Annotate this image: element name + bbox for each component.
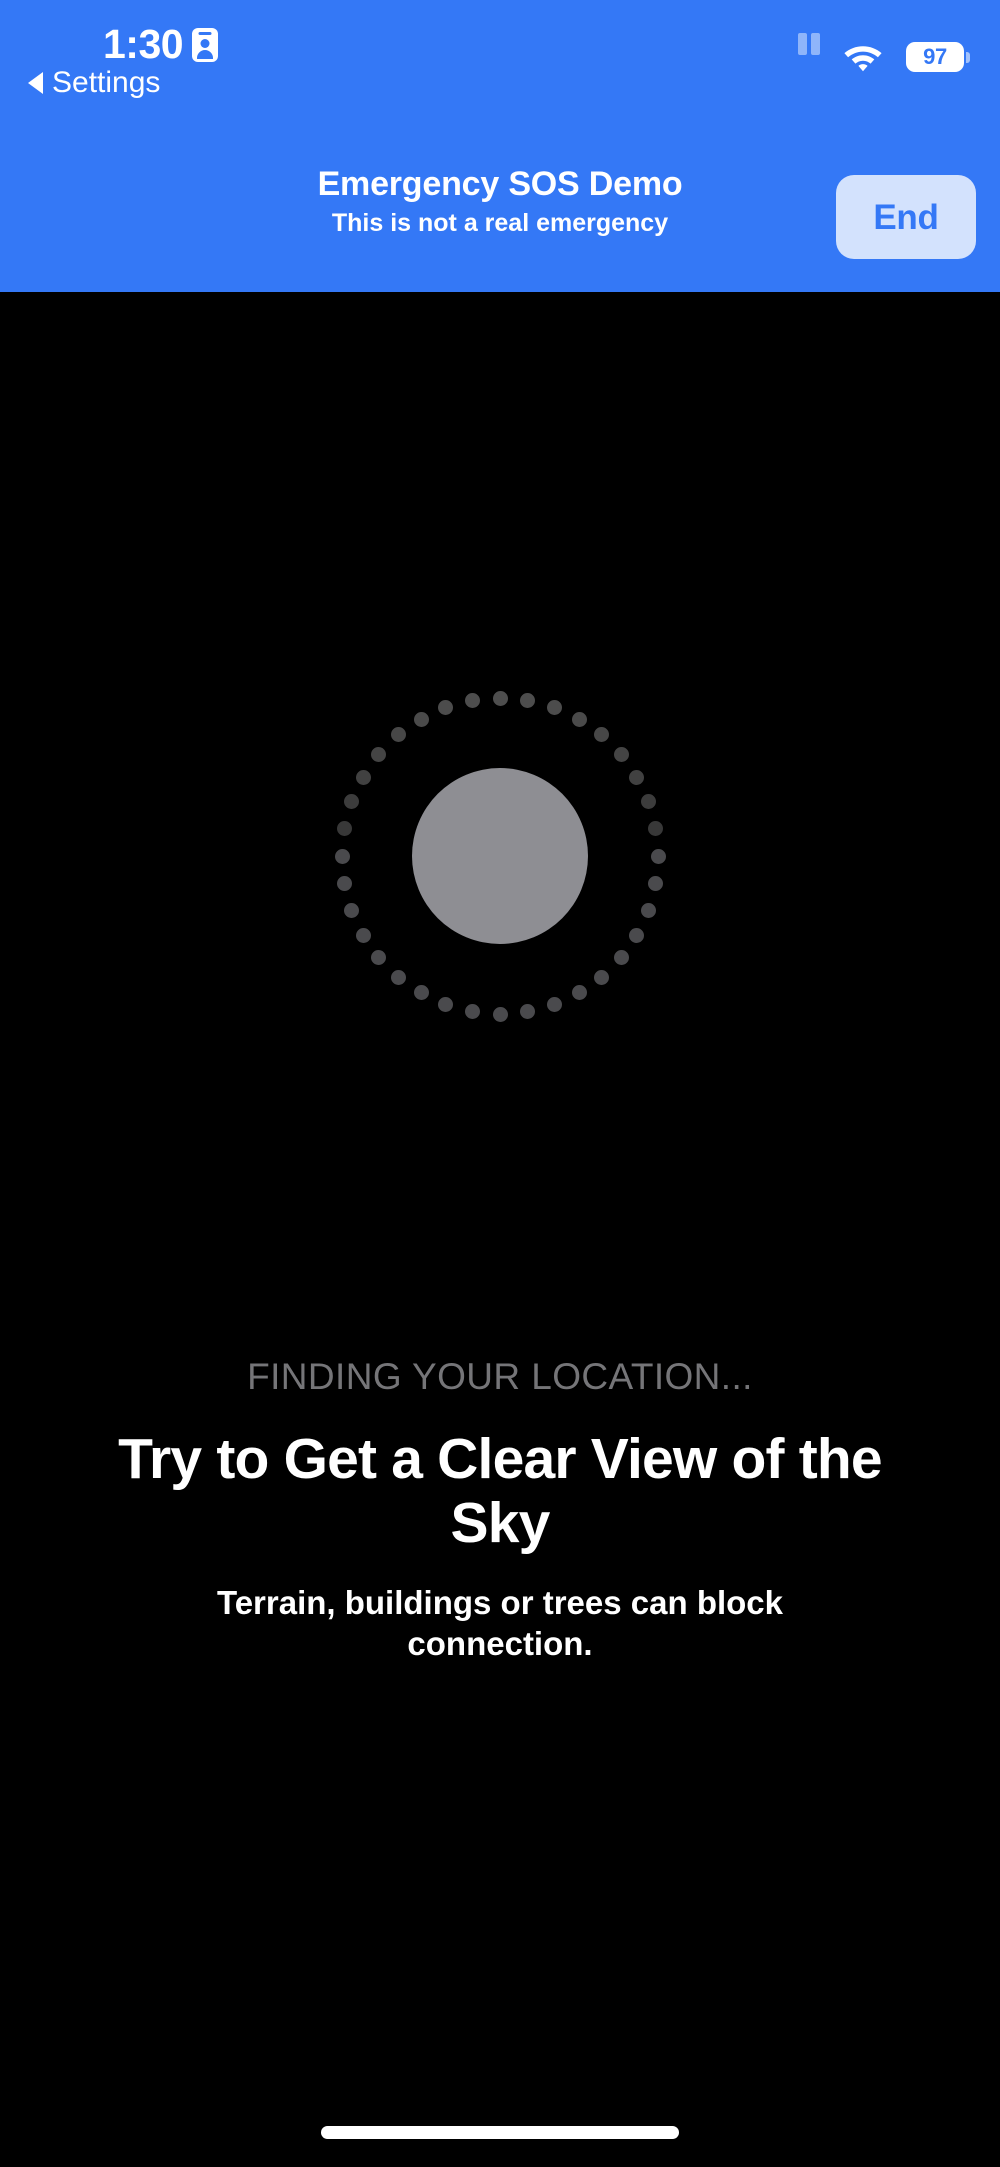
back-link-label: Settings (52, 66, 161, 99)
home-indicator[interactable] (321, 2126, 679, 2139)
battery-body: 97 (906, 42, 964, 72)
cell-bar-4-tall (811, 33, 820, 55)
satellite-ring-dot (492, 690, 508, 706)
end-button-label: End (873, 197, 939, 237)
satellite-ring-dot (465, 1004, 481, 1020)
satellite-ring-dot (336, 821, 352, 837)
satellite-ring-dot (640, 794, 656, 810)
satellite-ring-dot (613, 950, 629, 966)
caret-left-icon (28, 72, 43, 94)
satellite-ring-dot (594, 969, 610, 985)
guidance-headline: Try to Get a Clear View of the Sky (118, 1427, 882, 1556)
cellular-signal-icon (772, 33, 820, 68)
satellite-ring-dot (413, 711, 429, 727)
satellite-ring-dot (465, 692, 481, 708)
status-bar: 1:30 Settings 97 (0, 0, 1000, 112)
satellite-core-circle (412, 768, 588, 944)
satellite-ring-dot (355, 927, 371, 943)
satellite-ring-dot (571, 711, 587, 727)
status-bar-left: 1:30 Settings (28, 21, 219, 98)
satellite-ring-dot (344, 902, 360, 918)
satellite-ring-dot (571, 985, 587, 1001)
battery-percent-label: 97 (923, 44, 947, 69)
banner-title: Emergency SOS Demo (317, 165, 683, 203)
satellite-ring-dot (371, 746, 387, 762)
satellite-ring-dot (519, 692, 535, 708)
id-card-icon (192, 27, 219, 62)
satellite-ring-dot (334, 848, 350, 864)
satellite-ring-dot (390, 727, 406, 743)
cell-bar-3-tall (798, 33, 807, 55)
end-button[interactable]: End (836, 175, 976, 259)
id-card-head (200, 38, 210, 48)
time-row: 1:30 (103, 21, 219, 67)
finding-location-status: FINDING YOUR LOCATION... (247, 1356, 753, 1397)
satellite-ring-dot (648, 821, 664, 837)
satellite-ring-dot (355, 769, 371, 785)
satellite-ring-dot (640, 902, 656, 918)
emergency-sos-banner: 1:30 Settings 97 Emergency SOS Demo This… (0, 0, 1000, 292)
satellite-ring-dot (594, 727, 610, 743)
emergency-sos-demo-screen: 1:30 Settings 97 Emergency SOS Demo This… (0, 0, 1000, 2167)
satellite-ring-dot (519, 1004, 535, 1020)
id-card-body (197, 49, 214, 59)
status-bar-right: 97 (772, 33, 970, 72)
battery-icon: 97 (906, 42, 970, 72)
battery-cap (966, 51, 970, 63)
satellite-ring-dot (648, 875, 664, 891)
status-text-block: FINDING YOUR LOCATION... Try to Get a Cl… (0, 1355, 1000, 1665)
banner-subtitle: This is not a real emergency (331, 209, 669, 238)
id-card-bar (198, 31, 212, 35)
satellite-ring-dot (371, 950, 387, 966)
satellite-ring-dot (546, 996, 562, 1012)
satellite-ring-dot (613, 746, 629, 762)
satellite-ring-dot (492, 1006, 508, 1022)
satellite-ring-dot (413, 985, 429, 1001)
satellite-ring-dot (650, 848, 666, 864)
guidance-subline: Terrain, buildings or trees can block co… (216, 1584, 784, 1663)
wifi-icon (843, 43, 883, 72)
satellite-ring-dot (546, 700, 562, 716)
clock: 1:30 (103, 21, 184, 67)
satellite-ring-dot (438, 996, 454, 1012)
satellite-ring-dot (344, 794, 360, 810)
back-to-settings-link[interactable]: Settings (28, 68, 160, 98)
satellite-ring-dot (438, 700, 454, 716)
satellite-ring-dot (629, 769, 645, 785)
satellite-ring-dot (390, 969, 406, 985)
satellite-ring-dot (629, 927, 645, 943)
satellite-ring-dot (336, 875, 352, 891)
